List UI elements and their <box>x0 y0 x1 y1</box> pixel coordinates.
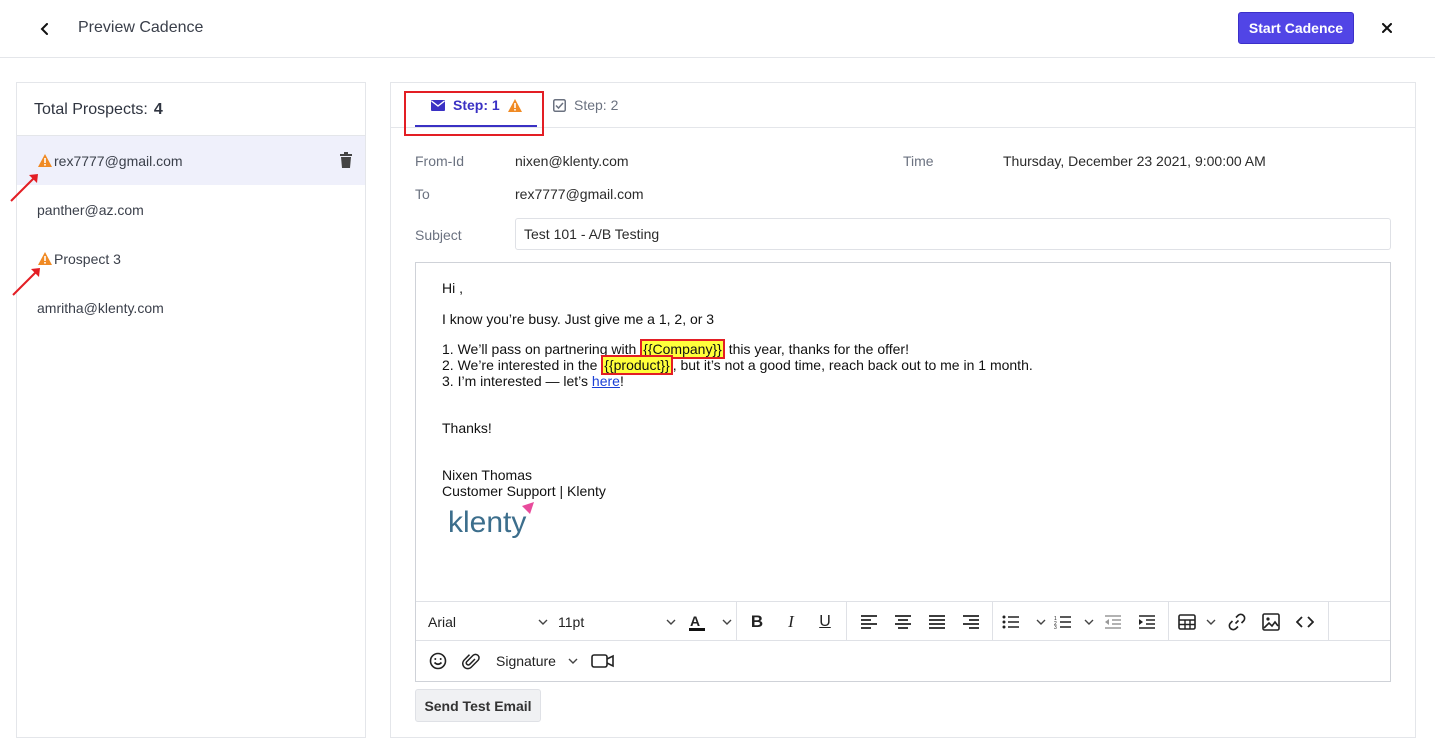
prospect-item[interactable]: amritha@klenty.com <box>17 283 365 332</box>
link-icon[interactable] <box>1226 611 1248 633</box>
prospects-panel: Total Prospects: 4 rex7777@gmail.com pant… <box>10 82 366 738</box>
text-color-picker[interactable]: A <box>688 611 732 633</box>
step-tabs: Step: 1 Step: 2 <box>391 83 1415 136</box>
font-size-select[interactable]: 11pt <box>558 611 676 633</box>
align-justify-icon[interactable] <box>926 611 948 633</box>
start-cadence-button[interactable]: Start Cadence <box>1238 12 1354 44</box>
page-title: Preview Cadence <box>78 19 204 36</box>
font-family-select[interactable]: Arial <box>428 611 548 633</box>
align-right-icon[interactable] <box>960 611 982 633</box>
option-line-2: 2. We’re interested in the {{product}}, … <box>442 355 1033 375</box>
checkbox-icon <box>553 98 566 112</box>
prospects-header: Total Prospects: 4 <box>17 83 365 136</box>
warning-icon <box>38 154 52 167</box>
italic-icon[interactable]: I <box>780 611 802 633</box>
svg-text:A: A <box>690 613 700 629</box>
signature-select[interactable]: Signature <box>496 650 578 672</box>
text-color-icon: A <box>689 613 705 631</box>
product-variable: {{product}} <box>601 355 673 375</box>
chevron-down-icon <box>538 619 548 625</box>
chevron-down-icon <box>666 619 676 625</box>
bullet-list-icon[interactable] <box>1002 611 1046 633</box>
subject-label: Subject <box>415 227 462 243</box>
time-value: Thursday, December 23 2021, 9:00:00 AM <box>1003 153 1266 169</box>
table-icon[interactable] <box>1178 611 1216 633</box>
signature-label: Signature <box>496 653 556 669</box>
attachment-icon[interactable] <box>460 650 482 672</box>
annotation-arrow <box>12 268 40 296</box>
greeting: Hi , <box>442 280 463 296</box>
signature-name: Nixen Thomas <box>442 467 533 483</box>
email-body-editor[interactable]: Hi , I know you’re busy. Just give me a … <box>415 262 1391 682</box>
align-left-icon[interactable] <box>858 611 880 633</box>
close-icon[interactable] <box>1376 17 1398 39</box>
intro-line: I know you’re busy. Just give me a 1, 2,… <box>442 311 715 327</box>
signature-title: Customer Support | Klenty <box>442 483 606 499</box>
numbered-list-icon[interactable]: 123 <box>1054 611 1094 633</box>
editor-toolbar: Arial 11pt A B I U 1 2 3 <box>416 601 1390 641</box>
source-code-icon[interactable] <box>1294 611 1316 633</box>
underline-icon[interactable]: U <box>814 611 836 633</box>
prospect-item[interactable]: Prospect 3 <box>17 234 365 283</box>
svg-text:klenty: klenty <box>448 506 526 539</box>
prospect-item[interactable]: panther@az.com <box>17 185 365 234</box>
chevron-down-icon <box>722 619 732 625</box>
chevron-down-icon <box>568 658 578 664</box>
image-icon[interactable] <box>1260 611 1282 633</box>
email-preview-panel: Step: 1 Step: 2 From-Id nixen@klenty.com… <box>390 82 1416 738</box>
option-line-3: 3. I’m interested — let’s here! <box>442 373 624 389</box>
editor-toolbar-secondary: Signature <box>416 641 1390 681</box>
email-body[interactable]: Hi , I know you’re busy. Just give me a … <box>442 280 1362 539</box>
font-size-value: 11pt <box>558 614 585 630</box>
outdent-icon[interactable] <box>1102 611 1124 633</box>
from-label: From-Id <box>415 153 464 169</box>
prospect-item[interactable]: rex7777@gmail.com <box>17 136 365 185</box>
svg-text:3: 3 <box>1054 625 1057 629</box>
time-label: Time <box>903 153 934 169</box>
from-value: nixen@klenty.com <box>515 153 629 169</box>
indent-icon[interactable] <box>1136 611 1158 633</box>
align-center-icon[interactable] <box>892 611 914 633</box>
back-icon[interactable] <box>34 18 56 40</box>
to-label: To <box>415 186 430 202</box>
total-prospects-label: Total Prospects: <box>34 101 148 118</box>
annotation-box <box>404 91 544 136</box>
thanks-line: Thanks! <box>442 420 492 436</box>
trash-icon[interactable] <box>339 152 353 168</box>
total-prospects-count: 4 <box>153 101 163 118</box>
font-family-value: Arial <box>428 614 457 630</box>
chevron-down-icon <box>1084 619 1094 625</box>
chevron-down-icon <box>1036 619 1046 625</box>
subject-input[interactable] <box>515 218 1391 250</box>
prospect-email: amritha@klenty.com <box>37 299 164 316</box>
to-value: rex7777@gmail.com <box>515 186 644 202</box>
option-line-1: 1. We’ll pass on partnering with {{Compa… <box>442 339 909 359</box>
top-bar: Preview Cadence Start Cadence <box>0 0 1435 58</box>
tab-label: Step: 2 <box>574 97 619 113</box>
prospect-email: rex7777@gmail.com <box>54 152 183 169</box>
send-test-email-button[interactable]: Send Test Email <box>415 689 541 722</box>
bold-icon[interactable]: B <box>746 611 768 633</box>
klenty-logo: klenty <box>448 502 534 539</box>
video-icon[interactable] <box>590 650 616 672</box>
here-link[interactable]: here <box>592 373 620 389</box>
prospect-email: panther@az.com <box>37 201 144 218</box>
prospect-email: Prospect 3 <box>54 250 121 267</box>
annotation-arrow <box>10 174 38 202</box>
chevron-down-icon <box>1206 619 1216 625</box>
tab-step-2[interactable]: Step: 2 <box>553 97 618 113</box>
emoji-icon[interactable] <box>428 650 448 672</box>
